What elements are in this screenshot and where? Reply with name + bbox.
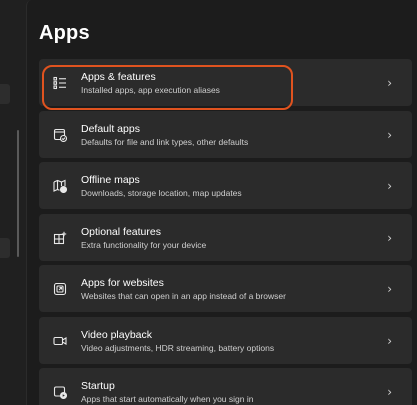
chevron-right-icon: › [387, 76, 392, 90]
chevron-right-icon: › [387, 179, 392, 193]
startup-icon [51, 383, 69, 401]
settings-item-startup[interactable]: Startup Apps that start automatically wh… [39, 368, 412, 405]
nav-item-stub[interactable] [0, 238, 10, 258]
item-description: Websites that can open in an app instead… [81, 291, 286, 301]
video-playback-icon [51, 332, 69, 350]
chevron-right-icon: › [387, 127, 392, 142]
nav-scrollbar[interactable] [17, 130, 19, 257]
item-title: Default apps [81, 122, 140, 135]
item-description: Defaults for file and link types, other … [81, 136, 249, 147]
settings-item-apps-for-websites[interactable]: Apps for websites Websites that can open… [39, 265, 412, 312]
item-description: Video adjustments, HDR streaming, batter… [81, 342, 275, 353]
item-title: Apps for websites [81, 277, 164, 289]
chevron-right-icon: › [387, 385, 392, 399]
settings-item-apps-features[interactable]: Apps & features Installed apps, app exec… [39, 59, 412, 110]
item-description: Extra functionality for your device [81, 239, 207, 250]
settings-item-default-apps[interactable]: Default apps Defaults for file and link … [39, 110, 412, 158]
item-title: Video playback [81, 328, 153, 341]
page-title: Apps [39, 22, 90, 44]
settings-item-offline-maps[interactable]: Offline maps Downloads, storage location… [39, 162, 412, 209]
chevron-right-icon: › [387, 333, 392, 348]
settings-list: Apps & features Installed apps, app exec… [39, 59, 412, 405]
chevron-right-icon: › [387, 230, 392, 245]
settings-item-video-playback[interactable]: Video playback Video adjustments, HDR st… [39, 316, 412, 364]
apps-list-icon [51, 74, 69, 92]
item-description: Installed apps, app execution aliases [81, 85, 220, 95]
apps-for-websites-icon [51, 280, 69, 298]
chevron-right-icon: › [387, 282, 392, 296]
settings-item-optional-features[interactable]: Optional features Extra functionality fo… [39, 213, 412, 261]
item-title: Offline maps [81, 174, 140, 186]
optional-features-icon [51, 229, 69, 247]
offline-maps-icon [51, 177, 69, 195]
nav-item-stub[interactable] [0, 84, 10, 104]
item-title: Apps & features [81, 71, 156, 83]
settings-main-panel: Apps Apps & features Installed apps, app… [26, 0, 417, 405]
item-title: Startup [81, 380, 115, 392]
default-apps-icon [51, 126, 69, 144]
item-title: Optional features [81, 225, 161, 238]
navigation-pane [0, 0, 20, 405]
item-description: Apps that start automatically when you s… [81, 394, 254, 404]
item-description: Downloads, storage location, map updates [81, 188, 242, 198]
